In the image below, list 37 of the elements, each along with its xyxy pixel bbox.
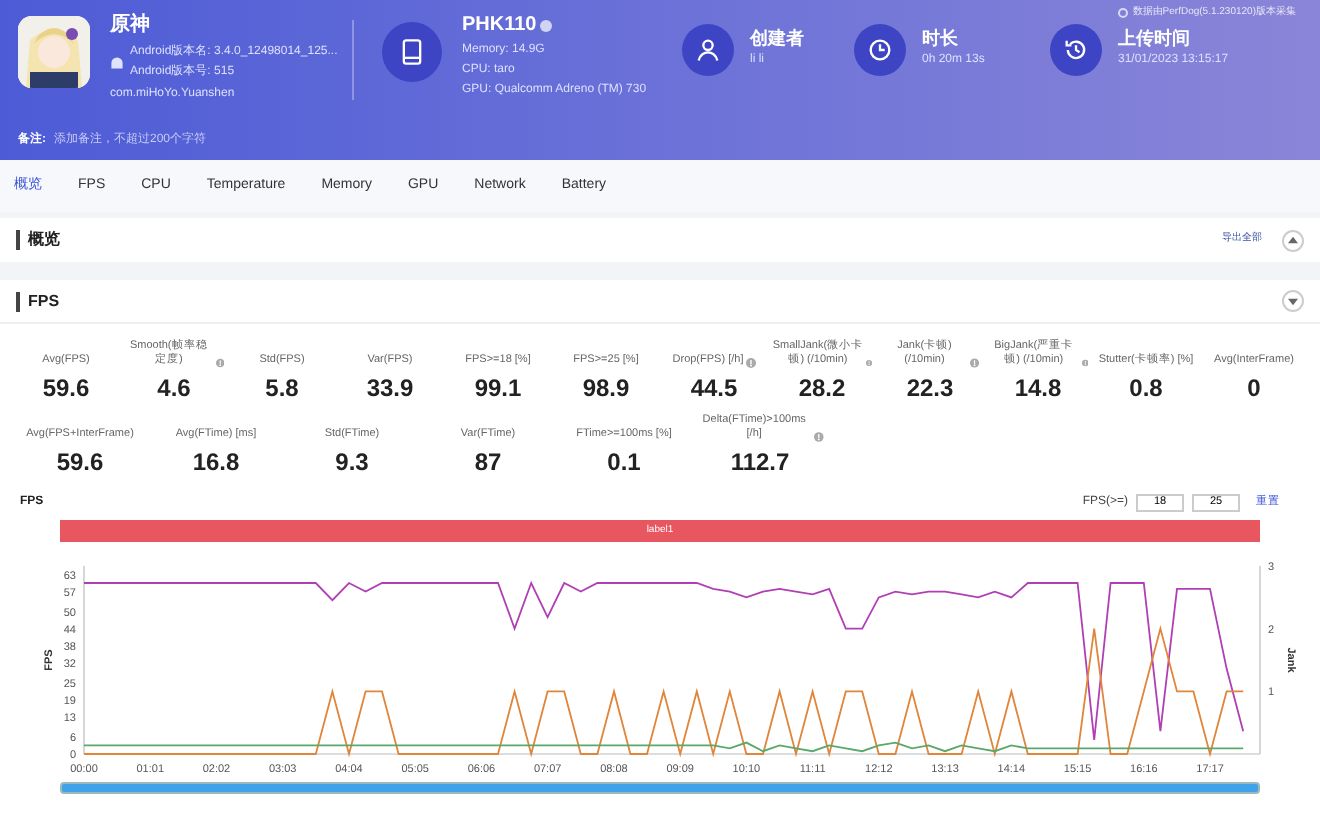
- card-title: 时长: [922, 28, 960, 50]
- section-title: FPS: [28, 289, 60, 313]
- stat-value: 14.8: [1014, 374, 1062, 402]
- stat-value: 33.9: [366, 374, 414, 402]
- stat-value: 99.1: [474, 374, 522, 402]
- stat-value: 22.3: [906, 374, 954, 402]
- stat-value: 87: [474, 448, 502, 476]
- stat-value: 0: [1247, 374, 1261, 402]
- person-icon: [682, 24, 734, 76]
- stat-value: 4.6: [157, 374, 191, 402]
- stat-value: 0.8: [1129, 374, 1163, 402]
- card-title: 创建者: [750, 28, 804, 50]
- device-model: PHK110: [462, 16, 537, 36]
- stat-value: 98.9: [582, 374, 630, 402]
- stat-value: 44.5: [690, 374, 738, 402]
- stat-value: 16.8: [192, 448, 240, 476]
- caret-up-icon: [1288, 236, 1298, 244]
- scrollbar[interactable]: [60, 782, 1260, 794]
- stat-value: 59.6: [42, 374, 90, 402]
- info-icon: [540, 20, 553, 32]
- clock-icon: [854, 24, 906, 76]
- stat-value: 0.1: [607, 448, 641, 476]
- android-icon: [110, 55, 124, 69]
- card-title: 上传时间: [1118, 28, 1192, 50]
- phone-icon: [382, 22, 442, 82]
- stat-value: 28.2: [798, 374, 846, 402]
- stat-value: 9.3: [335, 448, 369, 476]
- history-icon: [1050, 24, 1102, 76]
- info-icon: [1118, 8, 1129, 19]
- expand-button[interactable]: [1282, 290, 1304, 312]
- app-name: 原神: [110, 16, 152, 36]
- caret-down-icon: [1288, 297, 1298, 305]
- stat-value: 5.8: [265, 374, 299, 402]
- section-title: 概览: [28, 228, 60, 252]
- collapse-button[interactable]: [1282, 229, 1304, 251]
- stat-value: 112.7: [730, 448, 790, 476]
- stat-value: 59.6: [56, 448, 104, 476]
